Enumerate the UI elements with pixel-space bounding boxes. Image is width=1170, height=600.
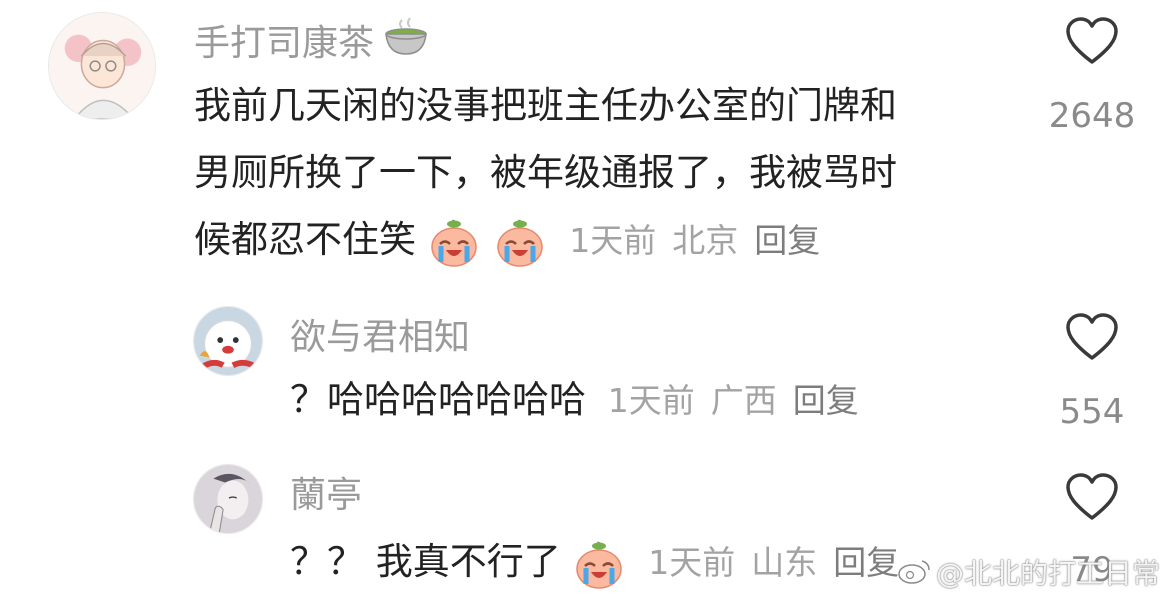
avatar[interactable] bbox=[193, 306, 263, 376]
comment-text: ？哈哈哈哈哈哈哈 1天前 广西 回复 bbox=[290, 366, 875, 433]
comment-text: ？？ 我真不行了 1天前 山东 回复 bbox=[290, 528, 915, 595]
like-area: 2648 bbox=[1022, 16, 1162, 136]
comment-meta: 1天前 北京 回复 bbox=[569, 221, 836, 260]
reply-button[interactable]: 回复 bbox=[754, 221, 820, 260]
username[interactable]: 蘭亭 bbox=[290, 466, 362, 518]
like-count: 2648 bbox=[1048, 96, 1136, 136]
username[interactable]: 欲与君相知 bbox=[290, 308, 470, 360]
comment-meta: 1天前 山东 回复 bbox=[648, 543, 915, 582]
avatar[interactable] bbox=[193, 464, 263, 534]
username-text: 蘭亭 bbox=[290, 475, 363, 516]
reply-button[interactable]: 回复 bbox=[833, 543, 899, 582]
comment-text-line: 我前几天闲的没事把班主任办公室的门牌和 bbox=[194, 84, 897, 127]
reply-button[interactable]: 回复 bbox=[793, 381, 859, 420]
comment-text-line-with-meta: ？？ 我真不行了 1天前 山东 回复 bbox=[290, 528, 915, 595]
comment-text-line: ？哈哈哈哈哈哈哈 bbox=[290, 378, 586, 421]
comment-time: 1天前 bbox=[648, 543, 736, 582]
username[interactable]: 手打司康茶 bbox=[194, 14, 432, 66]
comment-time: 1天前 bbox=[569, 221, 657, 260]
watermark-text: @北北的打工日常 bbox=[935, 556, 1160, 590]
like-count: 554 bbox=[1059, 392, 1125, 432]
comment-location: 广西 bbox=[710, 381, 777, 420]
crying-laughing-peach-emoji bbox=[494, 216, 546, 268]
comment-text-line: ？？ 我真不行了 bbox=[290, 540, 561, 583]
comment-text-line-with-meta: ？哈哈哈哈哈哈哈 1天前 广西 回复 bbox=[290, 366, 875, 433]
comment-text-line-with-meta: 候都忍不住笑 1天前 北京 回复 bbox=[194, 206, 897, 273]
avatar[interactable] bbox=[48, 12, 156, 120]
heart-icon[interactable] bbox=[1065, 472, 1119, 522]
heart-icon[interactable] bbox=[1065, 312, 1119, 362]
crying-laughing-peach-emoji bbox=[428, 216, 480, 268]
username-text: 手打司康茶 bbox=[194, 23, 375, 64]
heart-icon[interactable] bbox=[1065, 16, 1119, 66]
weibo-logo-icon bbox=[896, 557, 932, 592]
tea-cup-icon bbox=[380, 14, 432, 67]
crying-laughing-peach-emoji bbox=[573, 538, 625, 590]
watermark: @北北的打工日常 bbox=[896, 552, 1160, 593]
comment-text-line: 男厕所换了一下，被年级通报了，我被骂时 bbox=[194, 151, 897, 194]
comment-time: 1天前 bbox=[607, 381, 695, 420]
comment-location: 山东 bbox=[751, 543, 818, 582]
comment-meta: 1天前 广西 回复 bbox=[608, 381, 875, 420]
comment-text-line: 候都忍不住笑 bbox=[194, 218, 416, 261]
username-text: 欲与君相知 bbox=[290, 317, 471, 358]
like-area: 554 bbox=[1022, 312, 1162, 432]
comment-text: 我前几天闲的没事把班主任办公室的门牌和 男厕所换了一下，被年级通报了，我被骂时 … bbox=[194, 72, 897, 273]
comment-location: 北京 bbox=[672, 221, 739, 260]
